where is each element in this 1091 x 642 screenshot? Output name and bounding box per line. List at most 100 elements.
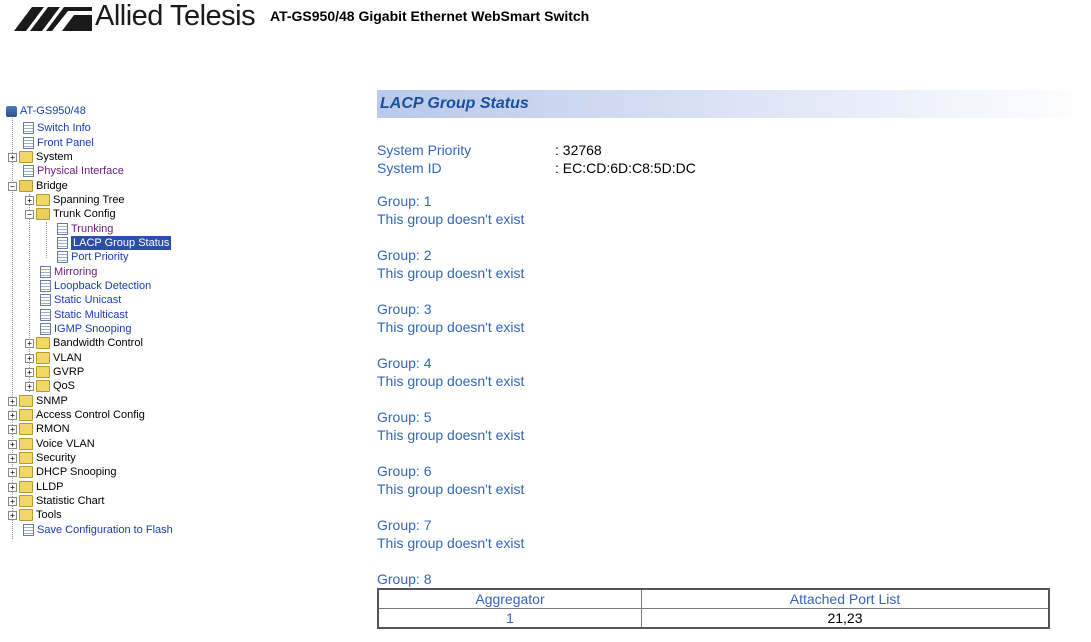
folder-icon bbox=[19, 395, 33, 407]
collapse-icon[interactable]: − bbox=[25, 209, 34, 219]
page-icon bbox=[57, 223, 68, 235]
tree-item-mirroring[interactable]: Mirroring bbox=[40, 265, 97, 279]
tree-item-bridge[interactable]: − Bridge bbox=[8, 179, 68, 193]
tree-item-loopback-detection[interactable]: Loopback Detection bbox=[40, 279, 151, 293]
switch-icon bbox=[6, 105, 17, 117]
tree-item-igmp-snooping[interactable]: IGMP Snooping bbox=[40, 322, 131, 336]
header: Allied Telesis AT-GS950/48 Gigabit Ether… bbox=[0, 0, 1091, 40]
tree-item-label: QoS bbox=[53, 380, 76, 392]
tree-item-static-multicast[interactable]: Static Multicast bbox=[40, 308, 128, 322]
tree-item-static-unicast[interactable]: Static Unicast bbox=[40, 293, 121, 307]
expand-icon[interactable]: + bbox=[8, 510, 17, 520]
page-icon bbox=[40, 280, 51, 292]
expand-icon[interactable]: + bbox=[8, 453, 17, 463]
system-id-value: : EC:CD:6D:C8:5D:DC bbox=[555, 160, 696, 176]
page-icon bbox=[23, 137, 34, 149]
tree-item-label: LLDP bbox=[36, 481, 64, 493]
tree-item-label: VLAN bbox=[53, 352, 82, 364]
folder-icon bbox=[19, 466, 33, 478]
folder-icon bbox=[36, 366, 50, 378]
tree-root[interactable]: AT-GS950/48 bbox=[6, 104, 86, 118]
tree-item-system[interactable]: + System bbox=[8, 150, 73, 164]
tree-item-bandwidth-control[interactable]: + Bandwidth Control bbox=[25, 336, 143, 350]
tree-item-lldp[interactable]: + LLDP bbox=[8, 480, 64, 494]
expand-icon[interactable]: + bbox=[8, 482, 17, 492]
group-label: Group: 5 bbox=[377, 409, 432, 425]
tree-item-label: Bridge bbox=[36, 180, 68, 192]
tree-item-save-configuration[interactable]: Save Configuration to Flash bbox=[23, 523, 173, 537]
aggregator-cell: 1 bbox=[377, 608, 642, 629]
page-icon bbox=[40, 266, 51, 278]
tree-item-label: Statistic Chart bbox=[36, 495, 105, 507]
tree-item-trunk-config[interactable]: − Trunk Config bbox=[25, 207, 116, 221]
system-id-label: System ID bbox=[377, 160, 442, 176]
folder-icon bbox=[19, 509, 33, 521]
expand-icon[interactable]: + bbox=[8, 396, 17, 406]
tree-item-label: Mirroring bbox=[54, 266, 98, 278]
tree-item-dhcp-snooping[interactable]: + DHCP Snooping bbox=[8, 465, 117, 479]
tree-item-label: IGMP Snooping bbox=[54, 323, 132, 335]
tree-item-vlan[interactable]: + VLAN bbox=[25, 351, 82, 365]
expand-icon[interactable]: + bbox=[8, 496, 17, 506]
folder-open-icon bbox=[36, 208, 50, 220]
tree-item-tools[interactable]: + Tools bbox=[8, 508, 62, 522]
tree-item-voice-vlan[interactable]: + Voice VLAN bbox=[8, 437, 95, 451]
tree-item-spanning-tree[interactable]: + Spanning Tree bbox=[25, 193, 125, 207]
folder-icon bbox=[19, 151, 33, 163]
tree-item-snmp[interactable]: + SNMP bbox=[8, 394, 68, 408]
tree-item-gvrp[interactable]: + GVRP bbox=[25, 365, 84, 379]
tree-item-label: DHCP Snooping bbox=[36, 466, 117, 478]
tree-item-label: Physical Interface bbox=[37, 165, 124, 177]
tree-item-label: Switch Info bbox=[37, 122, 91, 134]
expand-icon[interactable]: + bbox=[8, 439, 17, 449]
tree-item-port-priority[interactable]: Port Priority bbox=[57, 250, 128, 264]
product-title: AT-GS950/48 Gigabit Ethernet WebSmart Sw… bbox=[270, 8, 590, 24]
collapse-icon[interactable]: − bbox=[8, 181, 17, 191]
tree-item-label: Front Panel bbox=[37, 137, 94, 149]
page-icon bbox=[40, 294, 51, 306]
tree-item-physical-interface[interactable]: Physical Interface bbox=[23, 164, 124, 178]
tree-item-qos[interactable]: + QoS bbox=[25, 379, 75, 393]
tree-item-label: System bbox=[36, 151, 73, 163]
tree-item-statistic-chart[interactable]: + Statistic Chart bbox=[8, 494, 104, 508]
group-label: Group: 4 bbox=[377, 355, 432, 371]
group-status: This group doesn't exist bbox=[377, 319, 525, 335]
tree-item-label: Tools bbox=[36, 509, 62, 521]
tree-item-label: Trunking bbox=[71, 223, 114, 235]
page-icon bbox=[57, 251, 68, 263]
expand-icon[interactable]: + bbox=[25, 338, 34, 348]
tree-item-label: Port Priority bbox=[71, 251, 129, 263]
tree-item-trunking[interactable]: Trunking bbox=[57, 222, 113, 236]
brand-name: Allied Telesis bbox=[95, 0, 256, 32]
tree-item-label: Loopback Detection bbox=[54, 280, 152, 292]
tree-item-lacp-group-status[interactable]: LACP Group Status bbox=[57, 236, 172, 250]
tree-item-front-panel[interactable]: Front Panel bbox=[23, 136, 94, 150]
expand-icon[interactable]: + bbox=[8, 152, 17, 162]
tree-item-label: LACP Group Status bbox=[71, 236, 172, 250]
tree-item-label: Bandwidth Control bbox=[53, 337, 143, 349]
tree-item-switch-info[interactable]: Switch Info bbox=[23, 121, 91, 135]
group-status: This group doesn't exist bbox=[377, 427, 525, 443]
tree-item-access-control-config[interactable]: + Access Control Config bbox=[8, 408, 145, 422]
folder-icon bbox=[19, 495, 33, 507]
group-label: Group: 8 bbox=[377, 571, 432, 587]
expand-icon[interactable]: + bbox=[25, 353, 34, 363]
attached-port-list-cell: 21,23 bbox=[641, 608, 1050, 629]
expand-icon[interactable]: + bbox=[25, 195, 34, 205]
expand-icon[interactable]: + bbox=[8, 410, 17, 420]
folder-icon bbox=[36, 194, 50, 206]
expand-icon[interactable]: + bbox=[8, 424, 17, 434]
tree-item-security[interactable]: + Security bbox=[8, 451, 76, 465]
page-icon bbox=[40, 323, 51, 335]
tree-item-label: Access Control Config bbox=[36, 409, 145, 421]
tree-item-label: Voice VLAN bbox=[36, 438, 95, 450]
expand-icon[interactable]: + bbox=[8, 467, 17, 477]
tree-item-rmon[interactable]: + RMON bbox=[8, 422, 70, 436]
table-header-row: Aggregator Attached Port List bbox=[377, 588, 1050, 609]
expand-icon[interactable]: + bbox=[25, 381, 34, 391]
column-header-aggregator: Aggregator bbox=[377, 588, 642, 609]
group-status: This group doesn't exist bbox=[377, 265, 525, 281]
expand-icon[interactable]: + bbox=[25, 367, 34, 377]
page-icon bbox=[23, 524, 34, 536]
folder-icon bbox=[19, 423, 33, 435]
